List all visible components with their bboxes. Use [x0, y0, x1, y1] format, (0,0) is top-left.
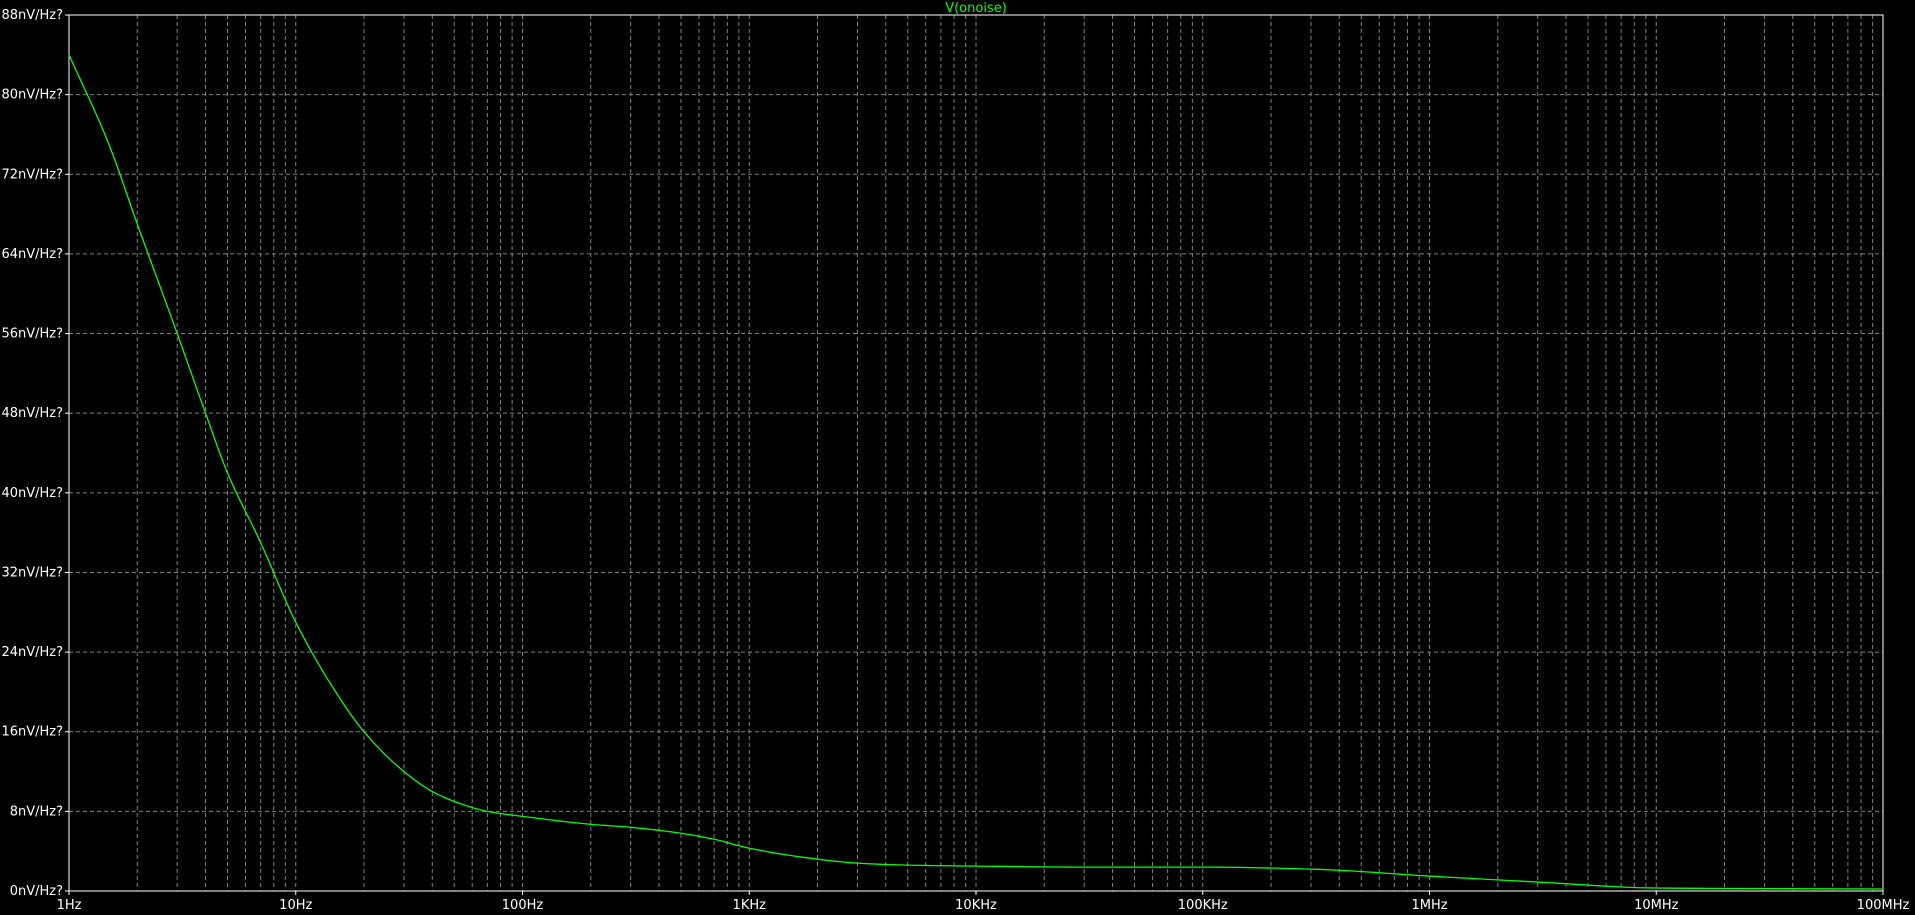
tick-labels: 0nV/Hz? 8nV/Hz? 16nV/Hz? 24nV/Hz? 32nV/Hz? 40…: [1, 8, 1909, 913]
x-tick-label: 1KHz: [733, 898, 767, 913]
y-tick-label: 40nV/Hz?: [1, 486, 63, 501]
y-tick-label: 48nV/Hz?: [1, 406, 63, 421]
y-tick-label: 56nV/Hz?: [1, 327, 63, 342]
x-tick-label: 100KHz: [1178, 898, 1228, 913]
x-tick-label: 10Hz: [279, 898, 312, 913]
y-tick-label: 72nV/Hz?: [1, 167, 63, 182]
x-tick-label: 10KHz: [955, 898, 997, 913]
x-tick-label: 100MHz: [1857, 898, 1910, 913]
x-tick-label: 1MHz: [1411, 898, 1447, 913]
y-tick-label: 88nV/Hz?: [1, 8, 63, 23]
y-tick-label: 8nV/Hz?: [10, 804, 63, 819]
y-tick-label: 80nV/Hz?: [1, 88, 63, 103]
y-tick-label: 32nV/Hz?: [1, 565, 63, 580]
x-tick-label: 1Hz: [57, 898, 82, 913]
y-tick-label: 0nV/Hz?: [10, 884, 63, 899]
chart-title[interactable]: V(onoise): [945, 1, 1007, 16]
y-tick-label: 64nV/Hz?: [1, 247, 63, 262]
grid-lines: [68, 14, 1883, 892]
y-tick-label: 24nV/Hz?: [1, 645, 63, 660]
x-tick-label: 10MHz: [1634, 898, 1679, 913]
y-tick-label: 16nV/Hz?: [1, 725, 63, 740]
x-tick-label: 100Hz: [502, 898, 544, 913]
noise-plot: 0nV/Hz? 8nV/Hz? 16nV/Hz? 24nV/Hz? 32nV/Hz? 40…: [0, 0, 1915, 915]
